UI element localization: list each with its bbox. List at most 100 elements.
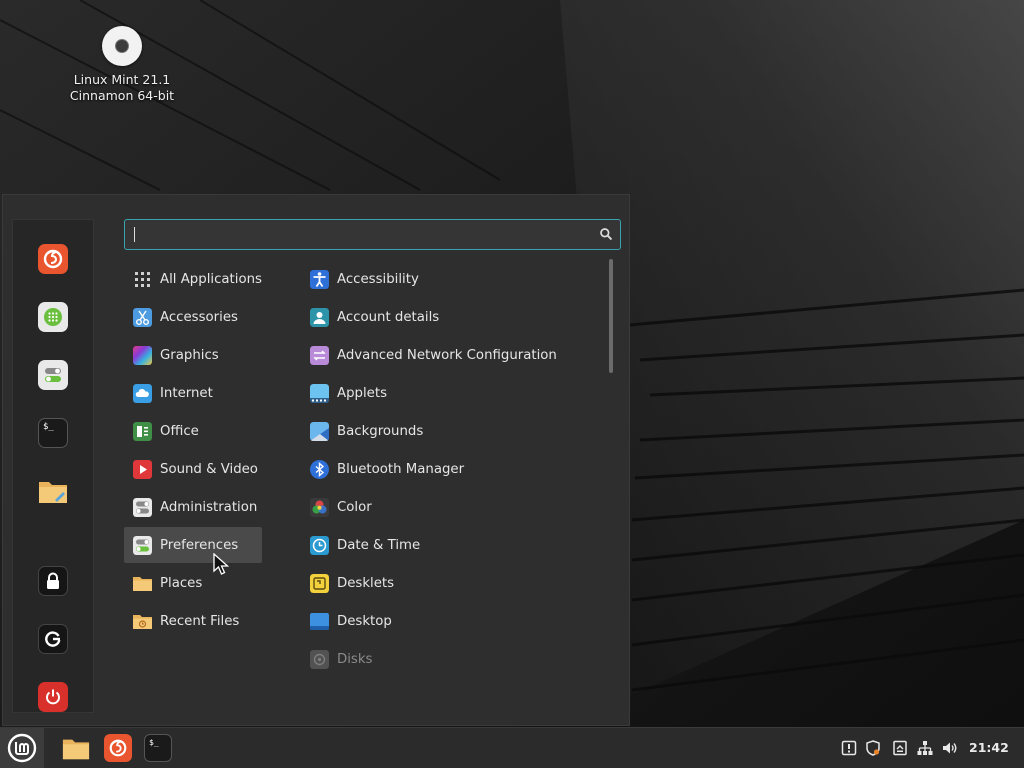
backgrounds-icon	[310, 421, 329, 441]
clipboard-icon[interactable]	[892, 740, 908, 756]
bottom-panel: $_ 21:42	[0, 727, 1024, 768]
app-accessibility[interactable]: Accessibility	[308, 261, 598, 297]
panel-launcher-files[interactable]	[62, 734, 90, 762]
app-account-details[interactable]: Account details	[308, 299, 598, 335]
mint-logo-icon	[7, 733, 37, 763]
bluetooth-icon	[310, 459, 329, 479]
app-label: Accessibility	[337, 271, 419, 287]
favorite-software-manager[interactable]	[38, 302, 68, 332]
panel-launcher-firefox[interactable]	[104, 734, 132, 762]
panel-clock[interactable]: 21:42	[969, 740, 1009, 755]
search-box[interactable]	[124, 219, 621, 250]
network-icon[interactable]	[917, 740, 933, 756]
grid-icon	[135, 271, 150, 287]
system-settings-icon	[45, 368, 61, 382]
app-label: Disks	[337, 651, 373, 667]
favorite-logout[interactable]	[38, 624, 68, 654]
app-label: Desklets	[337, 575, 395, 591]
office-icon	[133, 421, 152, 441]
disks-icon	[310, 649, 329, 669]
category-label: Accessories	[160, 309, 238, 325]
app-bluetooth-manager[interactable]: Bluetooth Manager	[308, 451, 598, 487]
lock-icon	[47, 572, 59, 589]
folder-icon	[39, 482, 67, 503]
clock-icon	[310, 535, 329, 555]
cloud-icon	[133, 383, 152, 403]
shield-icon[interactable]	[865, 740, 881, 756]
app-desklets[interactable]: Desklets	[308, 565, 598, 601]
category-internet[interactable]: Internet	[130, 375, 266, 411]
app-date-time[interactable]: Date & Time	[308, 527, 598, 563]
category-label: Administration	[160, 499, 258, 515]
desktop-icon-computer[interactable]: Linux Mint 21.1 Cinnamon 64-bit	[62, 24, 182, 104]
terminal-icon: $_	[149, 738, 159, 747]
network-config-icon	[310, 345, 329, 365]
play-icon	[133, 459, 152, 479]
accessibility-icon	[310, 269, 329, 289]
favorite-quit[interactable]	[38, 682, 68, 712]
folder-icon	[62, 739, 90, 760]
software-manager-icon	[44, 308, 62, 326]
favorite-firefox[interactable]	[38, 244, 68, 274]
menu-button[interactable]	[0, 728, 44, 768]
category-recent-files[interactable]: Recent Files	[130, 603, 266, 639]
app-label: Bluetooth Manager	[337, 461, 465, 477]
graphics-icon	[133, 345, 152, 365]
category-administration[interactable]: Administration	[130, 489, 266, 525]
mouse-cursor-icon	[213, 553, 230, 575]
category-sound-video[interactable]: Sound & Video	[130, 451, 266, 487]
category-office[interactable]: Office	[130, 413, 266, 449]
category-label: Sound & Video	[160, 461, 258, 477]
favorite-files[interactable]	[38, 476, 68, 506]
terminal-icon: $_	[43, 422, 54, 432]
firefox-icon	[43, 249, 63, 269]
applets-icon	[310, 383, 329, 403]
app-desktop[interactable]: Desktop	[308, 603, 598, 639]
category-places[interactable]: Places	[130, 565, 266, 601]
color-icon	[310, 497, 329, 517]
category-label: Preferences	[160, 537, 239, 553]
app-applets[interactable]: Applets	[308, 375, 598, 411]
folder-icon	[133, 576, 152, 591]
app-label: Account details	[337, 309, 440, 325]
favorites-sidebar: $_	[12, 219, 94, 713]
category-label: All Applications	[160, 271, 262, 287]
app-label: Backgrounds	[337, 423, 424, 439]
toggles-icon	[133, 497, 152, 517]
app-label: Applets	[337, 385, 387, 401]
app-color[interactable]: Color	[308, 489, 598, 525]
category-label: Places	[160, 575, 203, 591]
panel-launcher-terminal[interactable]: $_	[144, 734, 172, 762]
apps-scrollbar[interactable]	[609, 259, 613, 373]
favorite-system-settings[interactable]	[38, 360, 68, 390]
recent-folder-icon	[133, 614, 152, 629]
app-label: Color	[337, 499, 372, 515]
desktop-icon-label-line1: Linux Mint 21.1	[73, 72, 171, 87]
category-label: Office	[160, 423, 199, 439]
app-backgrounds[interactable]: Backgrounds	[308, 413, 598, 449]
app-label: Desktop	[337, 613, 392, 629]
category-label: Graphics	[160, 347, 219, 363]
category-all-applications[interactable]: All Applications	[130, 261, 266, 297]
account-icon	[310, 307, 329, 327]
toggles-icon	[133, 535, 152, 555]
category-label: Recent Files	[160, 613, 240, 629]
app-label: Advanced Network Configuration	[337, 347, 557, 363]
search-input[interactable]	[133, 224, 597, 247]
volume-icon[interactable]	[942, 740, 958, 756]
category-preferences[interactable]: Preferences	[124, 527, 262, 563]
favorite-lock-screen[interactable]	[38, 566, 68, 596]
scissors-icon	[133, 307, 152, 327]
update-manager-icon[interactable]	[841, 740, 857, 756]
app-advanced-network-configuration[interactable]: Advanced Network Configuration	[308, 337, 598, 373]
disc-icon	[102, 26, 142, 66]
search-icon	[600, 228, 613, 241]
desktop-icon	[310, 612, 329, 630]
favorite-terminal[interactable]: $_	[38, 418, 68, 448]
category-graphics[interactable]: Graphics	[130, 337, 266, 373]
app-disks[interactable]: Disks	[308, 641, 598, 677]
desktop-icon-label-line2: Cinnamon 64-bit	[69, 88, 175, 103]
app-label: Date & Time	[337, 537, 421, 553]
category-accessories[interactable]: Accessories	[130, 299, 266, 335]
desklets-icon	[310, 573, 329, 593]
